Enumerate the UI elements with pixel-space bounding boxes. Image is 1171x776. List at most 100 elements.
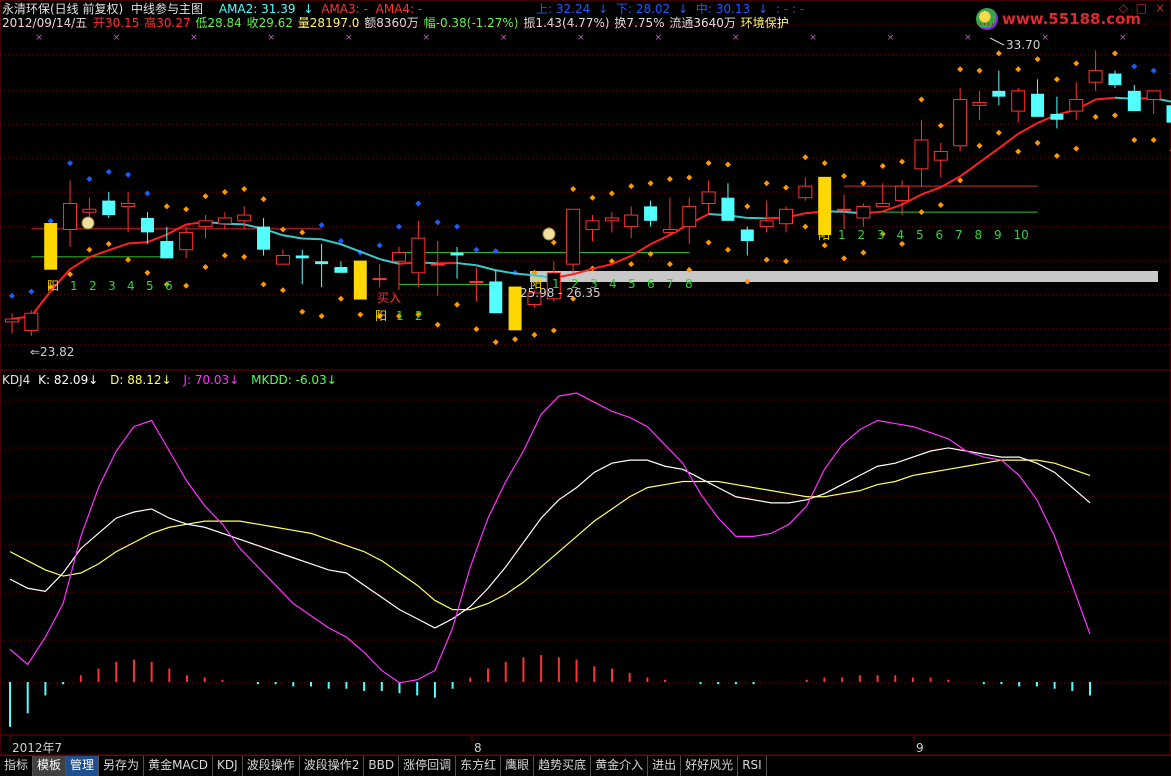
upper-band-dot (1015, 66, 1021, 72)
up-candle-body (760, 221, 773, 227)
lower-band-dot (1015, 149, 1021, 155)
count-label: 8 (975, 228, 983, 242)
ama-segment (921, 187, 940, 194)
count-label: 7 (666, 277, 674, 291)
down-candle-body (741, 229, 754, 241)
lower-band-dot (802, 224, 808, 230)
up-candle-body (973, 102, 986, 105)
lower-band-dot (338, 296, 344, 302)
upper-band-dot (860, 180, 866, 186)
ama-segment (457, 263, 476, 265)
down-candle-body (1128, 91, 1141, 111)
up-candle-body (934, 152, 947, 161)
lower-band-dot (493, 339, 499, 345)
lower-band-dot (1151, 137, 1157, 143)
lower-band-dot (454, 302, 460, 308)
up-candle-body (393, 253, 406, 262)
support-zone-bar (530, 271, 1158, 282)
upper-band-dot (86, 176, 92, 182)
upper-band-dot (841, 173, 847, 179)
up-candle-body (605, 218, 618, 221)
up-candle-body (431, 264, 444, 265)
lower-band-dot (551, 328, 557, 334)
upper-band-dot (28, 289, 34, 295)
lower-band-dot (222, 252, 228, 258)
upper-band-dot (1073, 60, 1079, 66)
lower-band-dot (648, 251, 654, 257)
upper-band-dot (918, 97, 924, 103)
tab-trend-buy-bottom[interactable]: 趋势买底 (534, 756, 591, 776)
ama-segment (109, 244, 128, 251)
count-label: 4 (609, 277, 617, 291)
up-candle-body (6, 319, 19, 322)
ama-segment (89, 250, 108, 257)
lower-band-dot (1073, 146, 1079, 152)
tab-kdj[interactable]: KDJ (213, 756, 243, 776)
ama-segment (999, 134, 1018, 148)
count-label: 1 (838, 228, 846, 242)
price-chart[interactable]: ×××××××××××××××× 33.70⇐23.8225.98 - 26.3… (0, 0, 1171, 370)
up-candle-body (954, 100, 967, 146)
up-candle-body (64, 203, 77, 229)
buy-signal-label: 买入 (377, 291, 401, 305)
time-axis-label: 8 (474, 741, 482, 755)
count-label: 2 (89, 279, 97, 293)
down-candle-body (141, 218, 154, 232)
ama-segment (941, 176, 960, 187)
yang-label: 阳 (818, 228, 830, 242)
count-label: 5 (916, 228, 924, 242)
upper-band-dot (957, 66, 963, 72)
tab-dongfanghong[interactable]: 东方红 (456, 756, 501, 776)
tab-in-out[interactable]: 进出 (648, 756, 681, 776)
upper-band-dot (1131, 63, 1137, 69)
up-candle-body (470, 281, 483, 282)
lower-band-dot (977, 143, 983, 149)
lower-band-dot (203, 264, 209, 270)
count-label: 8 (685, 277, 693, 291)
upper-band-dot (203, 193, 209, 199)
tab-limit-pullback[interactable]: 涨停回调 (399, 756, 456, 776)
lower-band-dot (280, 287, 286, 293)
yang-candle-body (44, 223, 57, 270)
up-candle-body (25, 313, 38, 330)
tab-rsi[interactable]: RSI (738, 756, 767, 776)
down-candle-body (334, 267, 347, 273)
tab-bbd[interactable]: BBD (364, 756, 399, 776)
upper-band-dot (725, 162, 731, 168)
lower-band-dot (725, 247, 731, 253)
tab-save-as[interactable]: 另存为 (99, 756, 144, 776)
tab-manage[interactable]: 管理 (66, 756, 99, 776)
lower-band-dot (299, 309, 305, 315)
upper-band-dot (1054, 76, 1060, 82)
up-candle-body (586, 221, 599, 230)
upper-band-dot (609, 190, 615, 196)
upper-band-dot (822, 160, 828, 166)
upper-band-dot (164, 203, 170, 209)
down-candle-body (160, 241, 173, 258)
down-candle-body (721, 198, 734, 221)
count-label: 2 (858, 228, 866, 242)
upper-band-dot (648, 180, 654, 186)
tab-gold-macd[interactable]: 黄金MACD (144, 756, 213, 776)
tab-gold-entry[interactable]: 黄金介入 (591, 756, 648, 776)
j-line (10, 393, 1090, 683)
period-marker: × (35, 33, 43, 43)
high-pointer (990, 38, 1004, 45)
tab-good-scenery[interactable]: 好好风光 (681, 756, 738, 776)
upper-band-dot (125, 172, 131, 178)
kdj-chart[interactable]: 2012年789 (0, 370, 1171, 755)
tab-wave-operation-2[interactable]: 波段操作2 (300, 756, 365, 776)
up-candle-body (199, 221, 212, 227)
upper-band-dot (144, 190, 150, 196)
count-label: 6 (647, 277, 655, 291)
lower-band-dot (822, 242, 828, 248)
upper-band-dot (319, 222, 325, 228)
lower-band-dot (1035, 140, 1041, 146)
tab-template[interactable]: 模板 (33, 756, 66, 776)
ama-segment (302, 239, 321, 240)
tab-indicator[interactable]: 指标 (0, 756, 33, 776)
ama-segment (1018, 123, 1037, 134)
tab-wave-operation[interactable]: 波段操作 (243, 756, 300, 776)
tab-eagle-eye[interactable]: 鹰眼 (501, 756, 534, 776)
up-candle-body (276, 255, 289, 264)
